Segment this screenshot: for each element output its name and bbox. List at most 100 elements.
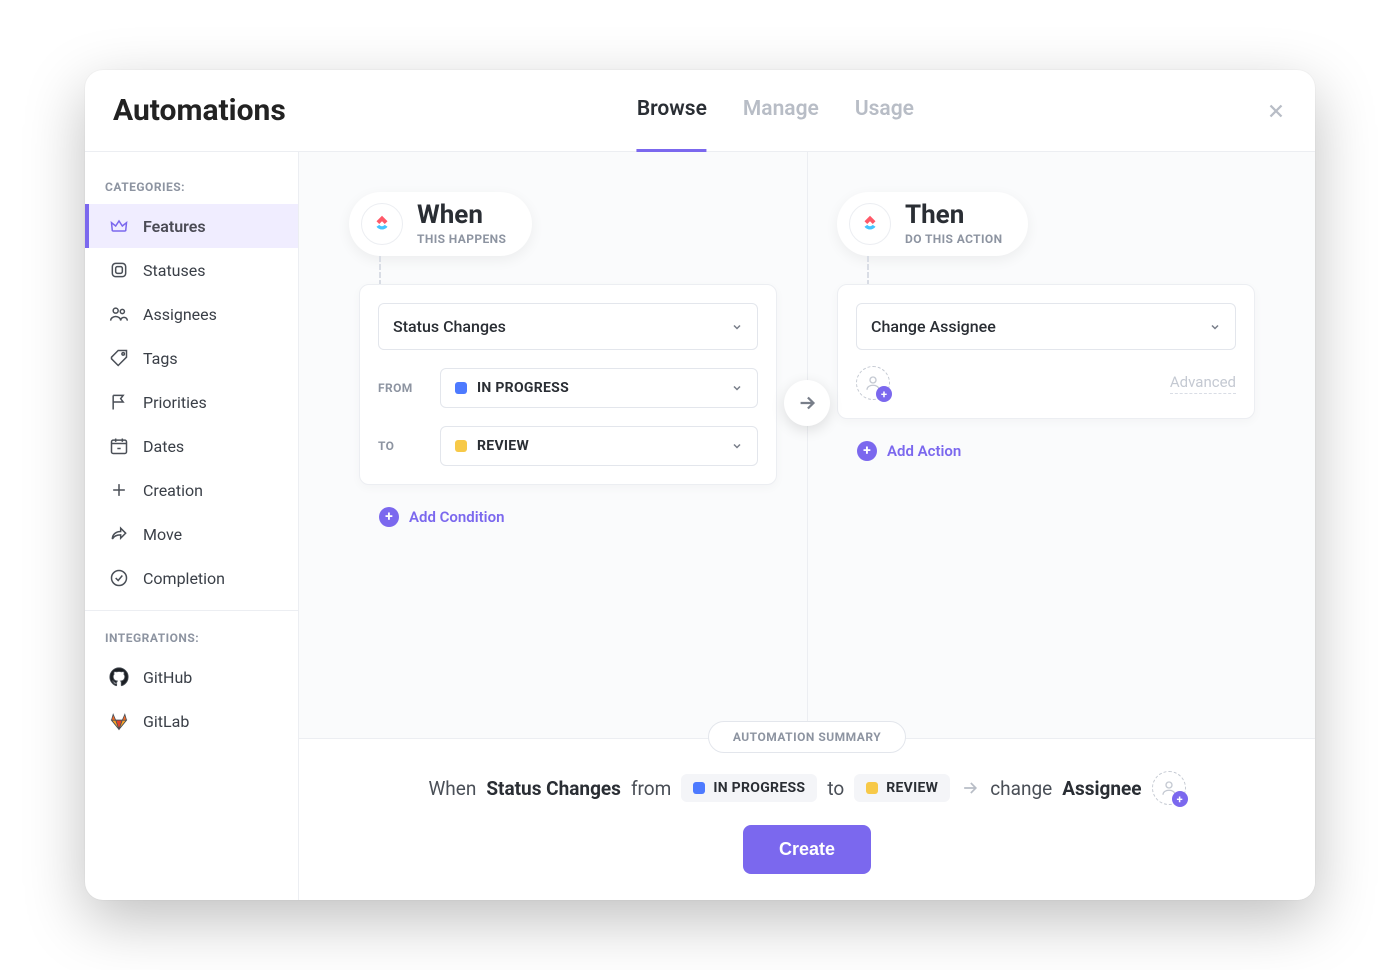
plus-circle-icon: + (379, 507, 399, 527)
tab-usage[interactable]: Usage (855, 97, 914, 125)
tab-manage[interactable]: Manage (743, 97, 819, 125)
sidebar-item-priorities[interactable]: Priorities (85, 380, 298, 424)
create-button[interactable]: Create (743, 825, 871, 874)
add-action-label: Add Action (887, 442, 961, 460)
then-subtitle: DO THIS ACTION (905, 232, 1002, 246)
gitlab-icon (109, 711, 129, 731)
then-header: Then DO THIS ACTION (837, 192, 1028, 256)
add-condition-label: Add Condition (409, 508, 504, 526)
sidebar-item-tags[interactable]: Tags (85, 336, 298, 380)
clickup-logo-icon (361, 203, 403, 245)
sidebar-item-github[interactable]: GitHub (85, 655, 298, 699)
summary-from-status: IN PROGRESS (713, 780, 805, 796)
chevron-down-icon (731, 382, 743, 394)
summary-to-status: REVIEW (886, 780, 938, 796)
chevron-down-icon (731, 321, 743, 333)
then-card: Change Assignee + Advanced (837, 284, 1255, 419)
categories-heading: CATEGORIES: (85, 170, 298, 204)
summary-footer: AUTOMATION SUMMARY When Status Changes f… (299, 738, 1315, 900)
then-title: Then (905, 202, 1002, 228)
status-swatch-in-progress (693, 782, 705, 794)
status-swatch-review (455, 440, 467, 452)
arrow-right-icon (796, 392, 818, 414)
from-status-value: IN PROGRESS (477, 380, 569, 396)
sidebar-item-label: Tags (143, 349, 178, 368)
assignee-picker[interactable]: + (856, 366, 890, 400)
flow-arrow (784, 380, 830, 426)
tag-icon (109, 348, 129, 368)
summary-heading: AUTOMATION SUMMARY (708, 721, 906, 753)
sidebar-item-label: Assignees (143, 305, 217, 324)
plus-badge-icon: + (876, 386, 892, 402)
add-condition-button[interactable]: + Add Condition (379, 507, 807, 527)
status-swatch-in-progress (455, 382, 467, 394)
sidebar-item-statuses[interactable]: Statuses (85, 248, 298, 292)
sidebar: CATEGORIES: Features Statuses Assignees (85, 152, 299, 900)
automations-modal: Automations Browse Manage Usage CATEGORI… (85, 70, 1315, 900)
sidebar-item-gitlab[interactable]: GitLab (85, 699, 298, 743)
sidebar-item-completion[interactable]: Completion (85, 556, 298, 600)
sidebar-item-creation[interactable]: Creation (85, 468, 298, 512)
action-select[interactable]: Change Assignee (856, 303, 1236, 350)
share-arrow-icon (109, 524, 129, 544)
sidebar-item-label: Creation (143, 481, 203, 500)
sidebar-item-label: Completion (143, 569, 225, 588)
summary-action-target: Assignee (1062, 777, 1141, 800)
square-icon (109, 260, 129, 280)
integrations-heading: INTEGRATIONS: (85, 621, 298, 655)
when-header: When THIS HAPPENS (349, 192, 532, 256)
sidebar-item-label: Move (143, 525, 182, 544)
summary-assignee-picker[interactable]: + (1152, 771, 1186, 805)
trigger-value: Status Changes (393, 317, 506, 336)
sidebar-item-features[interactable]: Features (85, 204, 298, 248)
from-label: FROM (378, 381, 426, 395)
summary-from-word: from (631, 777, 671, 800)
sidebar-item-label: GitHub (143, 668, 192, 687)
summary-to-pill: REVIEW (854, 774, 950, 802)
plus-square-icon (109, 480, 129, 500)
connector-line (379, 256, 807, 286)
when-subtitle: THIS HAPPENS (417, 232, 506, 246)
modal-header: Automations Browse Manage Usage (85, 70, 1315, 152)
plus-badge-icon: + (1172, 791, 1188, 807)
check-circle-icon (109, 568, 129, 588)
summary-sentence: When Status Changes from IN PROGRESS to … (428, 771, 1185, 805)
sidebar-item-label: GitLab (143, 712, 189, 731)
trigger-select[interactable]: Status Changes (378, 303, 758, 350)
add-action-button[interactable]: + Add Action (857, 441, 1265, 461)
builder-canvas: When THIS HAPPENS Status Changes FROM (299, 152, 1315, 738)
sidebar-item-label: Dates (143, 437, 184, 456)
summary-trigger: Status Changes (486, 777, 621, 800)
sidebar-item-dates[interactable]: Dates (85, 424, 298, 468)
then-column: Then DO THIS ACTION Change Assignee (807, 192, 1265, 718)
when-column: When THIS HAPPENS Status Changes FROM (349, 192, 807, 718)
summary-action-word: change (990, 777, 1052, 800)
from-status-select[interactable]: IN PROGRESS (440, 368, 758, 408)
close-icon (1265, 100, 1287, 122)
github-icon (109, 667, 129, 687)
connector-line (867, 256, 1265, 286)
status-swatch-review (866, 782, 878, 794)
advanced-link[interactable]: Advanced (1170, 373, 1236, 394)
sidebar-item-label: Features (143, 217, 206, 236)
calendar-icon (109, 436, 129, 456)
to-status-select[interactable]: REVIEW (440, 426, 758, 466)
summary-when-word: When (428, 777, 476, 800)
sidebar-divider (85, 610, 298, 611)
summary-from-pill: IN PROGRESS (681, 774, 817, 802)
sidebar-item-move[interactable]: Move (85, 512, 298, 556)
sidebar-item-label: Priorities (143, 393, 207, 412)
tab-browse[interactable]: Browse (637, 97, 707, 153)
crown-icon (109, 216, 129, 236)
sidebar-item-assignees[interactable]: Assignees (85, 292, 298, 336)
plus-circle-icon: + (857, 441, 877, 461)
close-button[interactable] (1265, 100, 1287, 122)
flag-icon (109, 392, 129, 412)
to-status-value: REVIEW (477, 438, 529, 454)
vertical-divider (807, 152, 808, 738)
chevron-down-icon (1209, 321, 1221, 333)
summary-to-word: to (827, 777, 844, 800)
action-value: Change Assignee (871, 317, 996, 336)
clickup-logo-icon (849, 203, 891, 245)
arrow-right-icon (960, 778, 980, 798)
